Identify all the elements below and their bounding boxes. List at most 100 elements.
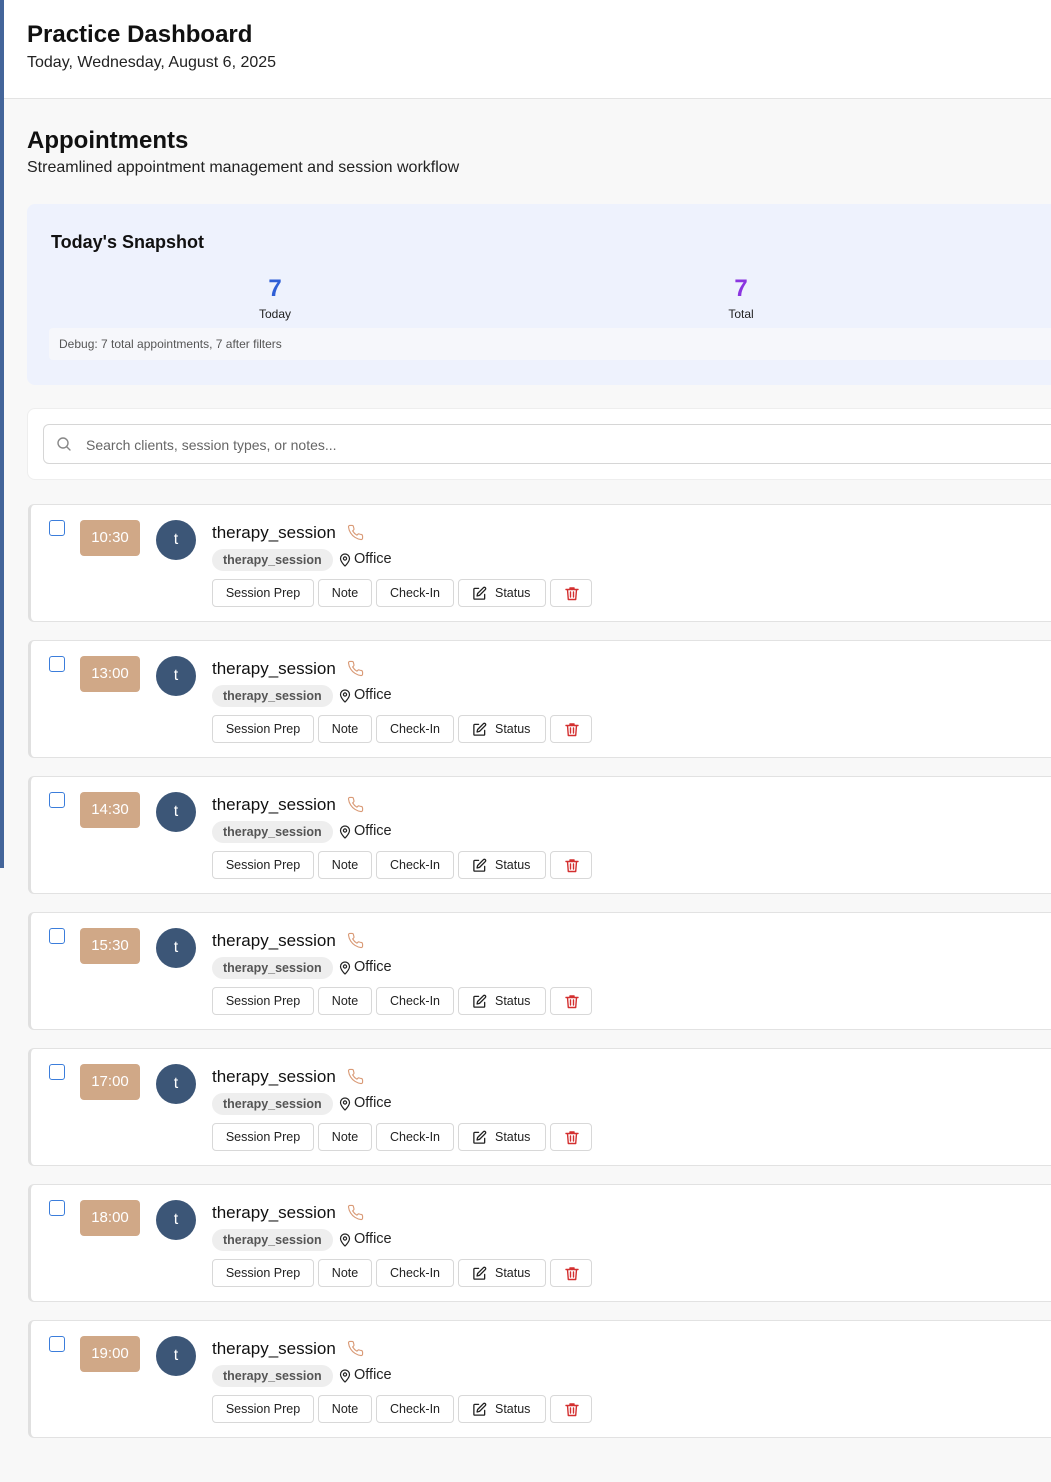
phone-icon[interactable] [347,1340,364,1357]
appointment-client-name: therapy_session [212,1067,336,1086]
section-title: Appointments [27,127,189,154]
stat-today-count: 7 [268,275,282,302]
appointment-location: Office [354,551,392,567]
delete-button[interactable] [550,851,592,879]
phone-icon[interactable] [347,1068,364,1085]
appointment-client-name: therapy_session [212,795,336,814]
note-button[interactable]: Note [318,851,372,879]
appointment-location: Office [354,959,392,975]
appointment-time-badge: 19:00 [80,1336,140,1372]
session-type-tag: therapy_session [212,1093,333,1115]
appointment-card: 19:00 t therapy_session therapy_session … [28,1320,1051,1438]
appointment-card: 15:30 t therapy_session therapy_session … [28,912,1051,1030]
client-avatar: t [156,1336,196,1376]
session-type-tag: therapy_session [212,1229,333,1251]
note-button[interactable]: Note [318,1395,372,1423]
phone-icon[interactable] [347,524,364,541]
delete-button[interactable] [550,579,592,607]
delete-button[interactable] [550,1259,592,1287]
appointment-checkbox[interactable] [49,1064,65,1080]
delete-button[interactable] [550,715,592,743]
section-description: Streamlined appointment management and s… [27,159,460,176]
appointment-time-badge: 15:30 [80,928,140,964]
status-button[interactable]: Status [458,1259,546,1287]
search-icon [57,437,71,451]
note-button[interactable]: Note [318,579,372,607]
status-button[interactable]: Status [458,851,546,879]
appointment-checkbox[interactable] [49,928,65,944]
location-pin-icon [339,689,351,703]
appointment-client-name: therapy_session [212,1203,336,1222]
appointment-client-name: therapy_session [212,523,336,542]
delete-button[interactable] [550,1395,592,1423]
session-type-tag: therapy_session [212,685,333,707]
status-button[interactable]: Status [458,1395,546,1423]
phone-icon[interactable] [347,932,364,949]
check-in-button[interactable]: Check-In [376,851,454,879]
stat-today: 7 Today [215,275,335,322]
location-pin-icon [339,553,351,567]
status-button[interactable]: Status [458,579,546,607]
location-pin-icon [339,1233,351,1247]
location-pin-icon [339,825,351,839]
appointment-checkbox[interactable] [49,520,65,536]
trash-icon [565,723,579,737]
delete-button[interactable] [550,1123,592,1151]
session-prep-button[interactable]: Session Prep [212,987,314,1015]
appointment-time-badge: 17:00 [80,1064,140,1100]
phone-icon[interactable] [347,660,364,677]
appointment-checkbox[interactable] [49,656,65,672]
delete-button[interactable] [550,987,592,1015]
note-button[interactable]: Note [318,1123,372,1151]
appointment-checkbox[interactable] [49,792,65,808]
current-date: Today, Wednesday, August 6, 2025 [27,54,277,71]
appointment-client-name: therapy_session [212,1339,336,1358]
edit-icon [473,1266,487,1280]
appointment-location: Office [354,823,392,839]
trash-icon [565,859,579,873]
client-avatar: t [156,1200,196,1240]
stat-today-label: Today [258,307,292,321]
status-button-label: Status [495,1130,531,1144]
appointment-card: 10:30 t therapy_session therapy_session … [28,504,1051,622]
check-in-button[interactable]: Check-In [376,579,454,607]
search-box[interactable] [43,424,1051,464]
session-prep-button[interactable]: Session Prep [212,579,314,607]
phone-icon[interactable] [347,796,364,813]
session-prep-button[interactable]: Session Prep [212,715,314,743]
note-button[interactable]: Note [318,715,372,743]
session-prep-button[interactable]: Session Prep [212,1395,314,1423]
status-button-label: Status [495,722,531,736]
appointment-checkbox[interactable] [49,1336,65,1352]
check-in-button[interactable]: Check-In [376,715,454,743]
edit-icon [473,1130,487,1144]
appointment-time-badge: 14:30 [80,792,140,828]
check-in-button[interactable]: Check-In [376,1123,454,1151]
edit-icon [473,994,487,1008]
status-button[interactable]: Status [458,987,546,1015]
appointment-client-name: therapy_session [212,931,336,950]
location-pin-icon [339,961,351,975]
status-button-label: Status [495,858,531,872]
status-button[interactable]: Status [458,715,546,743]
appointment-location: Office [354,687,392,703]
status-button[interactable]: Status [458,1123,546,1151]
search-input[interactable] [84,433,988,457]
edit-icon [473,586,487,600]
session-prep-button[interactable]: Session Prep [212,1259,314,1287]
appointment-card: 14:30 t therapy_session therapy_session … [28,776,1051,894]
check-in-button[interactable]: Check-In [376,1395,454,1423]
check-in-button[interactable]: Check-In [376,987,454,1015]
stat-total-count: 7 [734,275,748,302]
session-prep-button[interactable]: Session Prep [212,851,314,879]
note-button[interactable]: Note [318,1259,372,1287]
client-avatar: t [156,1064,196,1104]
client-avatar: t [156,656,196,696]
phone-icon[interactable] [347,1204,364,1221]
session-prep-button[interactable]: Session Prep [212,1123,314,1151]
client-avatar: t [156,520,196,560]
check-in-button[interactable]: Check-In [376,1259,454,1287]
appointment-location: Office [354,1095,392,1111]
appointment-checkbox[interactable] [49,1200,65,1216]
note-button[interactable]: Note [318,987,372,1015]
